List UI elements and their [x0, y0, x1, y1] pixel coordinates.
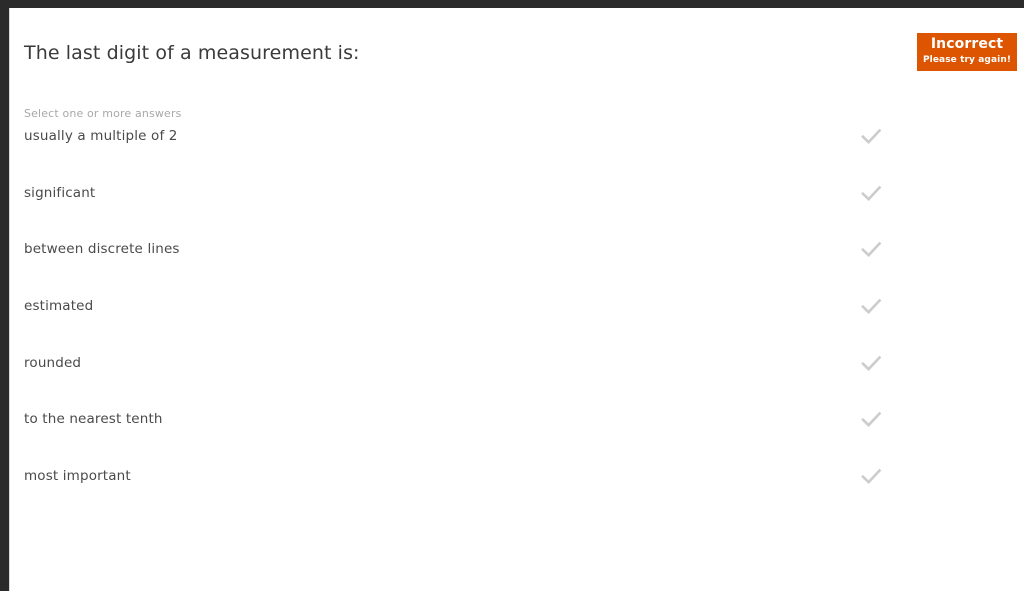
check-icon[interactable]: [851, 292, 891, 320]
window-frame-left: [0, 0, 9, 591]
answer-option-label: significant: [24, 184, 96, 201]
answer-options-list: usually a multiple of 2 significant betw…: [10, 122, 1024, 519]
feedback-title: Incorrect: [930, 36, 1004, 52]
browser-viewport: The last digit of a measurement is: Sele…: [0, 0, 1024, 591]
answer-option-row[interactable]: between discrete lines: [10, 235, 1024, 292]
select-answers-hint: Select one or more answers: [24, 107, 182, 120]
check-icon[interactable]: [851, 349, 891, 377]
answer-option-row[interactable]: rounded: [10, 349, 1024, 406]
quiz-page: The last digit of a measurement is: Sele…: [10, 8, 1024, 591]
check-icon[interactable]: [851, 235, 891, 263]
answer-option-row[interactable]: significant: [10, 179, 1024, 236]
answer-option-label: estimated: [24, 298, 94, 315]
answer-option-label: most important: [24, 468, 131, 485]
answer-option-label: to the nearest tenth: [24, 411, 163, 428]
feedback-subtitle: Please try again!: [922, 55, 1012, 65]
question-title: The last digit of a measurement is:: [24, 42, 360, 64]
check-icon[interactable]: [851, 462, 891, 490]
incorrect-feedback-badge: Incorrect Please try again!: [917, 33, 1017, 71]
check-icon[interactable]: [851, 405, 891, 433]
window-frame-top: [0, 0, 1024, 8]
check-icon[interactable]: [851, 179, 891, 207]
answer-option-label: rounded: [24, 354, 82, 371]
answer-option-label: usually a multiple of 2: [24, 128, 178, 144]
answer-option-row[interactable]: most important: [10, 462, 1024, 519]
answer-option-row[interactable]: estimated: [10, 292, 1024, 349]
answer-option-row[interactable]: usually a multiple of 2: [10, 122, 1024, 179]
answer-option-label: between discrete lines: [24, 241, 180, 258]
check-icon[interactable]: [851, 122, 891, 150]
answer-option-row[interactable]: to the nearest tenth: [10, 405, 1024, 462]
